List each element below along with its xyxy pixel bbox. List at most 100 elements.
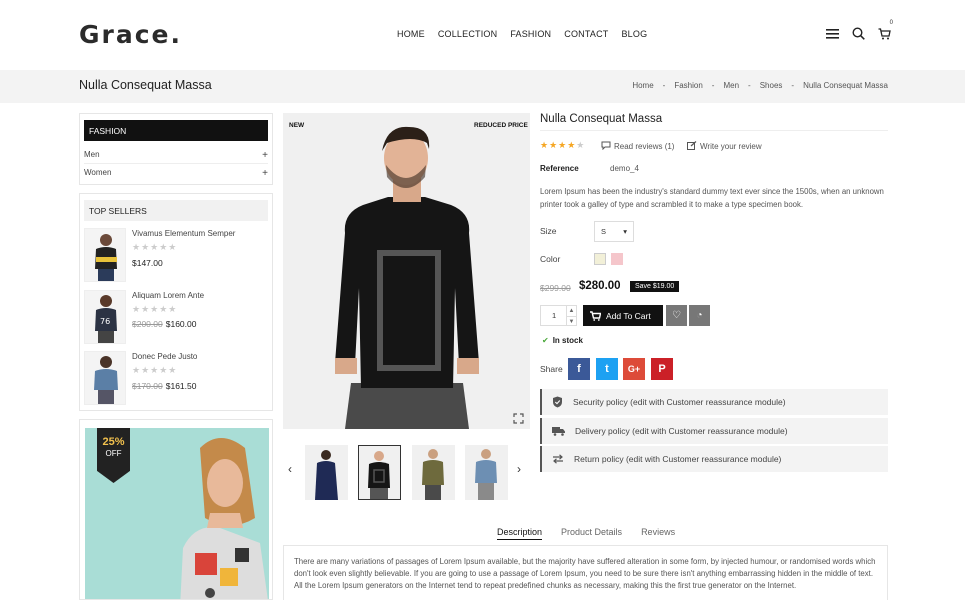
crumb-fashion[interactable]: Fashion [674,81,702,90]
category-women[interactable]: Women + [84,168,268,179]
product-title: Nulla Consequat Massa [540,113,663,125]
policy-text: Delivery policy (edit with Customer reas… [575,426,788,436]
top-seller-image[interactable] [84,351,126,405]
thumbnail-next-arrow[interactable]: › [517,462,521,476]
new-tag: NEW [289,122,305,129]
size-select[interactable]: S ▾ [594,221,634,242]
banner-image: 25% OFF [85,428,269,599]
pinterest-share-button[interactable]: P [651,358,673,380]
top-seller-rating: ★★★★★ [132,304,178,314]
read-reviews-link[interactable]: Read reviews (1) [601,141,674,151]
menu-icon[interactable] [826,28,839,41]
header-icons: 0 [826,20,893,42]
category-men[interactable]: Men + [84,150,268,161]
tab-description[interactable]: Description [497,527,543,540]
heart-icon: ♡ [672,310,681,321]
category-label[interactable]: Women [84,168,111,179]
thumbnail-3[interactable] [412,445,455,500]
write-review-label[interactable]: Write your review [700,142,762,151]
top-seller-name[interactable]: Donec Pede Justo [132,352,197,361]
reference-label: Reference [540,164,579,173]
quantity-input[interactable]: 1 [552,311,556,320]
top-seller-image[interactable]: 76 [84,290,126,344]
read-reviews-label[interactable]: Read reviews (1) [614,142,674,151]
crumb-shoes[interactable]: Shoes [760,81,783,90]
top-seller-image[interactable] [84,228,126,282]
zoom-icon[interactable] [513,413,524,427]
add-to-cart-button[interactable]: Add To Cart [583,305,663,326]
stock-label: In stock [552,336,583,345]
discount-value: 25% [102,436,125,448]
share-label: Share [540,364,563,374]
nav-contact[interactable]: CONTACT [564,29,608,39]
check-icon: ✔ [542,336,549,345]
reference-value: demo_4 [610,164,639,173]
old-price: $200.00 [132,319,163,329]
quantity-down-icon[interactable]: ▼ [566,316,576,326]
policy-text: Return policy (edit with Customer reassu… [574,454,782,464]
search-icon[interactable] [852,27,865,42]
crumb-men[interactable]: Men [723,81,739,90]
color-swatch-pink[interactable] [611,253,623,265]
nav-home[interactable]: HOME [397,29,425,39]
top-seller-name[interactable]: Aliquam Lorem Ante [132,291,204,300]
site-logo[interactable]: Grace. [79,20,182,49]
expand-icon[interactable]: + [262,150,268,161]
product-short-description: Lorem Ipsum has been the industry's stan… [540,187,884,209]
category-label[interactable]: Men [84,150,100,161]
wishlist-button[interactable]: ♡ [666,305,687,326]
current-price: $147.00 [132,258,163,268]
add-to-cart-label: Add To Cart [606,310,651,321]
tab-product-details[interactable]: Product Details [561,527,622,540]
twitter-share-button[interactable]: t [596,358,618,380]
comment-icon [601,141,611,151]
crumb-sep: - [748,81,751,90]
quantity-up-icon[interactable]: ▲ [566,306,576,316]
color-swatch-cream[interactable] [594,253,606,265]
current-price: $280.00 [579,280,621,292]
product-main-image[interactable] [283,113,530,429]
top-seller-rating: ★★★★★ [132,365,178,375]
discount-badge: Save $19.00 [630,281,680,292]
thumbnail-1[interactable] [305,445,348,500]
size-label: Size [540,226,557,236]
write-review-link[interactable]: Write your review [687,141,762,151]
current-price: $161.50 [165,381,197,391]
promo-banner[interactable]: 25% OFF [79,419,273,600]
thumbnail-prev-arrow[interactable]: ‹ [288,462,292,476]
cart-count: 0 [889,19,893,26]
top-seller-rating: ★★★★★ [132,242,178,252]
thumbnail-4[interactable] [465,445,508,500]
return-policy: Return policy (edit with Customer reassu… [540,446,888,472]
caret-down-icon: ▾ [623,227,627,236]
nav-blog[interactable]: BLOG [621,29,647,39]
compare-button[interactable]: ◔ [689,305,710,326]
color-label: Color [540,254,561,264]
reduced-price-tag: REDUCED PRICE [474,122,528,129]
product-tabs: Description Product Details Reviews [497,527,675,540]
rating-stars-on: ★★★★ [540,140,577,150]
quantity-stepper[interactable]: 1 ▲ ▼ [540,305,577,326]
crumb-current: Nulla Consequat Massa [803,81,888,90]
google-plus-share-button[interactable]: G+ [623,358,645,380]
expand-icon[interactable]: + [262,168,268,179]
crumb-home[interactable]: Home [632,81,653,90]
crumb-sep: - [662,81,666,90]
category-title: FASHION [84,120,268,141]
nav-fashion[interactable]: FASHION [510,29,551,39]
top-seller-name[interactable]: Vivamus Elementum Semper [132,229,235,238]
top-seller-price: $147.00 [132,258,163,268]
tab-content-text: There are many variations of passages of… [294,557,876,590]
security-policy: Security policy (edit with Customer reas… [540,389,888,415]
truck-icon [552,427,565,436]
thumbnail-2[interactable] [358,445,401,500]
cart-icon[interactable]: 0 [878,20,893,42]
delivery-policy: Delivery policy (edit with Customer reas… [540,418,888,444]
product-rating: ★★★★★ [540,140,585,151]
tab-reviews[interactable]: Reviews [641,527,675,540]
page-title: Nulla Consequat Massa [79,78,212,92]
current-price: $160.00 [165,319,197,329]
nav-collection[interactable]: COLLECTION [438,29,498,39]
crumb-sep: - [791,81,795,90]
facebook-share-button[interactable]: f [568,358,590,380]
